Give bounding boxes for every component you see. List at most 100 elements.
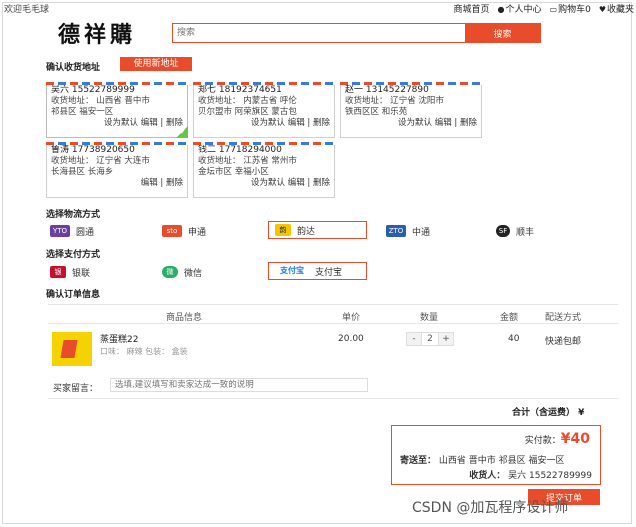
total-label: 合计（含运费） ¥: [512, 408, 585, 418]
address-card-1[interactable]: 吴六 15522789999 收货地址： 山西省 晋中市 祁县区 福安一区 设为…: [46, 82, 188, 138]
site-logo[interactable]: 德祥購: [58, 17, 136, 49]
address-contact: 钱二 17718294000: [198, 145, 282, 155]
address-card-5[interactable]: 钱二 17718294000 收货地址： 江苏省 常州市 金坛市区 幸福小区 设…: [193, 142, 335, 198]
new-address-button[interactable]: 使用新地址: [120, 57, 192, 71]
address-line: 祁县区 福安一区: [51, 107, 114, 117]
cart-link[interactable]: ▭购物车0: [550, 2, 591, 15]
payment-option-label: 微信: [184, 268, 203, 279]
search-button[interactable]: 搜索: [465, 24, 540, 42]
wechat-logo-icon: 微: [162, 266, 178, 278]
pay-label: 实付款：: [524, 436, 561, 446]
col-shipping: 配送方式: [545, 313, 582, 323]
delete-link[interactable]: 删除: [313, 118, 330, 128]
pay-amount-row: 实付款：¥40: [525, 431, 590, 447]
shipping-option-yunda[interactable]: 韵 韵达: [268, 221, 367, 239]
buyer-message-input[interactable]: [110, 378, 368, 392]
cart-icon: ▭: [549, 5, 558, 14]
search-bar: 搜索: [172, 23, 541, 43]
address-line: 收货地址： 辽宁省 沈阳市: [345, 96, 444, 106]
edit-link[interactable]: 编辑: [288, 118, 305, 128]
address-line: 收货地址： 山西省 晋中市: [51, 96, 150, 106]
yunda-logo-icon: 韵: [275, 224, 291, 236]
mall-home-link[interactable]: 商城首页: [454, 2, 490, 15]
edit-link[interactable]: 编辑: [141, 118, 158, 128]
edit-link[interactable]: 编辑: [288, 178, 305, 188]
shipping-option-zto[interactable]: ZTO 中通: [386, 222, 430, 240]
order-summary: 实付款：¥40 寄送至： 山西省 晋中市 祁县区 福安一区 收货人： 吴六 15…: [391, 425, 601, 485]
shipping-option-yto[interactable]: YTO 圆通: [50, 222, 94, 240]
address-section-title: 确认收货地址: [46, 63, 101, 73]
address-line: 收货地址： 辽宁省 大连市: [51, 156, 150, 166]
delete-link[interactable]: 删除: [460, 118, 477, 128]
payment-section-title: 选择支付方式: [46, 250, 101, 260]
shipping-option-label: 圆通: [76, 227, 95, 238]
set-default-link[interactable]: 设为默认: [251, 118, 285, 128]
shipping-method: 快递包邮: [545, 337, 582, 347]
pay-amount: ¥40: [560, 431, 590, 447]
address-line: 长海县区 长海乡: [51, 167, 114, 177]
address-actions: 设为默认 编辑 | 删除: [397, 118, 477, 128]
shipping-option-label: 中通: [412, 227, 431, 238]
col-product: 商品信息: [166, 313, 203, 323]
sf-logo-icon: SF: [496, 225, 510, 237]
heart-icon: ♥: [598, 5, 606, 14]
payment-option-label: 支付宝: [315, 267, 343, 278]
sto-logo-icon: sto: [162, 225, 182, 237]
address-card-2[interactable]: 郑七 18192374651 收货地址： 内蒙古省 呼伦 贝尔盟市 阿荣旗区 蒙…: [193, 82, 335, 138]
payment-option-wechat[interactable]: 微 微信: [162, 263, 202, 281]
search-input[interactable]: [173, 24, 465, 42]
set-default-link[interactable]: 设为默认: [251, 178, 285, 188]
address-contact: 鲁涛 17738920650: [51, 145, 135, 155]
user-center-link[interactable]: ●个人中心: [498, 2, 542, 15]
address-card-3[interactable]: 赵一 13145227890 收货地址： 辽宁省 沈阳市 铁西区区 和乐苑 设为…: [340, 82, 482, 138]
shipping-option-sto[interactable]: sto 申通: [162, 222, 206, 240]
yto-logo-icon: YTO: [50, 225, 70, 237]
address-actions: 设为默认 编辑 | 删除: [250, 178, 330, 188]
top-links: 商城首页 ●个人中心 ▭购物车0 ♥收藏夹: [454, 2, 635, 15]
address-line: 金坛市区 幸福小区: [198, 167, 269, 177]
watermark-text: CSDN @加瓦程序设计师: [412, 500, 569, 516]
edit-link[interactable]: 编辑: [141, 178, 158, 188]
favorites-link[interactable]: ♥收藏夹: [599, 2, 634, 15]
payment-option-unionpay[interactable]: 银 银联: [50, 263, 90, 281]
delete-link[interactable]: 删除: [166, 178, 183, 188]
quantity-stepper: - 2 +: [406, 332, 454, 346]
qty-plus-button[interactable]: +: [439, 333, 453, 345]
buyer-message-label: 买家留言：: [53, 384, 99, 394]
address-card-4[interactable]: 鲁涛 17738920650 收货地址： 辽宁省 大连市 长海县区 长海乡 编辑…: [46, 142, 188, 198]
send-value: 山西省 晋中市 祁县区 福安一区: [438, 456, 565, 466]
address-line: 铁西区区 和乐苑: [345, 107, 408, 117]
address-line: 贝尔盟市 阿荣旗区 蒙古包: [198, 107, 297, 117]
address-contact: 郑七 18192374651: [198, 85, 282, 95]
alipay-logo-icon: 支付宝: [275, 265, 309, 277]
address-line: 收货地址： 内蒙古省 呼伦: [198, 96, 297, 106]
unit-price: 20.00: [338, 334, 364, 344]
order-table-header: 商品信息 单价 数量 金额 配送方式: [48, 304, 618, 324]
address-contact: 吴六 15522789999: [51, 85, 135, 95]
product-thumbnail[interactable]: [52, 332, 92, 366]
receiver-row: 收货人： 吴六 15522789999: [469, 468, 592, 481]
col-price: 单价: [342, 313, 361, 323]
delete-link[interactable]: 删除: [313, 178, 330, 188]
qty-minus-button[interactable]: -: [407, 333, 421, 345]
set-default-link[interactable]: 设为默认: [398, 118, 432, 128]
line-amount: 40: [508, 334, 520, 344]
shipping-option-sf[interactable]: SF 顺丰: [496, 222, 534, 240]
zto-logo-icon: ZTO: [386, 225, 406, 237]
address-actions: 编辑 | 删除: [140, 178, 183, 188]
product-attributes: 口味： 麻辣 包装： 盒装: [100, 347, 188, 356]
shipping-option-label: 韵达: [297, 226, 316, 237]
divider: [48, 398, 618, 399]
address-actions: 设为默认 编辑 | 删除: [103, 118, 183, 128]
shipping-option-label: 申通: [188, 227, 207, 238]
address-actions: 设为默认 编辑 | 删除: [250, 118, 330, 128]
product-name[interactable]: 蒸蛋糕22: [100, 332, 138, 345]
edit-link[interactable]: 编辑: [435, 118, 452, 128]
col-qty: 数量: [420, 313, 439, 323]
payment-option-alipay[interactable]: 支付宝 支付宝: [268, 262, 367, 280]
qty-value[interactable]: 2: [421, 333, 439, 345]
address-contact: 赵一 13145227890: [345, 85, 429, 95]
send-label: 寄送至：: [400, 456, 437, 466]
set-default-link[interactable]: 设为默认: [104, 118, 138, 128]
user-icon: ●: [497, 5, 505, 14]
